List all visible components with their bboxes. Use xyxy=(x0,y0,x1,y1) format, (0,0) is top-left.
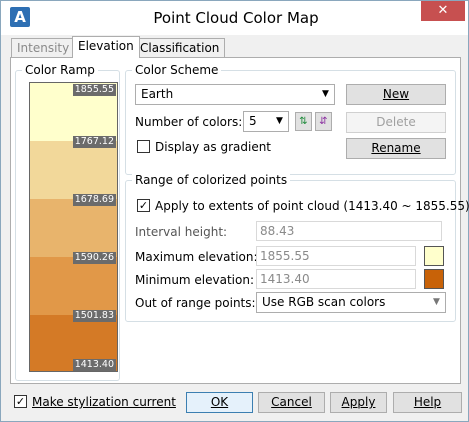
min-color-swatch[interactable] xyxy=(424,269,444,289)
tab-panel: Color Ramp 1855.55 1767.12 1678.69 1590.… xyxy=(10,57,469,384)
out-of-range-select[interactable]: Use RGB scan colors ▼ xyxy=(256,292,446,313)
apply-button-label: Apply xyxy=(341,395,376,409)
ok-button-label: OK xyxy=(210,395,229,409)
scheme-select-value: Earth xyxy=(141,87,174,101)
color-ramp: 1855.55 1767.12 1678.69 1590.26 1501.83 … xyxy=(29,82,118,372)
tab-elevation-label: Elevation xyxy=(78,39,134,53)
scheme-select[interactable]: Earth ▼ xyxy=(135,84,335,105)
max-elevation-field[interactable]: 1855.55 xyxy=(256,246,416,266)
interval-height-field[interactable]: 88.43 xyxy=(256,221,442,241)
apply-extents-checkbox[interactable]: ✓ xyxy=(137,199,150,212)
sort-ascending-icon[interactable]: ⇅ xyxy=(295,112,312,131)
window-title: Point Cloud Color Map xyxy=(153,9,319,27)
new-button[interactable]: New xyxy=(346,84,446,105)
chevron-down-icon: ▼ xyxy=(322,89,329,99)
min-elevation-label: Minimum elevation: xyxy=(135,273,255,287)
delete-button[interactable]: Delete xyxy=(346,112,446,133)
close-button[interactable]: ✕ xyxy=(421,1,465,21)
ramp-label-2: 1767.12 xyxy=(72,136,116,148)
ramp-label-6: 1413.40 xyxy=(72,359,116,371)
number-of-colors-label: Number of colors: xyxy=(135,115,243,129)
max-color-swatch[interactable] xyxy=(424,246,444,266)
make-current-label: Make stylization current xyxy=(32,395,176,409)
ramp-label-3: 1678.69 xyxy=(72,194,116,206)
ramp-band-4 xyxy=(30,257,117,315)
rename-button[interactable]: Rename xyxy=(346,138,446,159)
help-button[interactable]: Help xyxy=(393,392,462,413)
make-current-checkbox[interactable]: ✓ xyxy=(14,395,27,408)
display-gradient-label: Display as gradient xyxy=(155,140,272,154)
tab-elevation[interactable]: Elevation xyxy=(72,36,140,58)
rename-button-label: Rename xyxy=(371,141,421,155)
ramp-label-4: 1590.26 xyxy=(72,252,116,264)
color-ramp-title: Color Ramp xyxy=(22,63,98,77)
number-of-colors-select[interactable]: 5 ▼ xyxy=(243,111,289,132)
apply-button[interactable]: Apply xyxy=(330,392,387,413)
apply-extents-label: Apply to extents of point cloud (1413.40… xyxy=(155,199,469,213)
number-of-colors-value: 5 xyxy=(249,114,257,128)
ramp-band-3 xyxy=(30,199,117,257)
ramp-label-5: 1501.83 xyxy=(72,310,116,322)
ramp-band-2 xyxy=(30,141,117,199)
make-current-text: Make stylization current xyxy=(32,395,176,409)
help-button-label: Help xyxy=(413,395,442,409)
ramp-label-1: 1855.55 xyxy=(72,84,116,96)
ok-button[interactable]: OK xyxy=(186,392,253,413)
max-elevation-label: Maximum elevation: xyxy=(135,250,258,264)
out-of-range-label: Out of range points: xyxy=(135,296,256,310)
interval-height-label: Interval height: xyxy=(135,225,228,239)
min-elevation-field[interactable]: 1413.40 xyxy=(256,269,416,289)
chevron-down-icon: ▼ xyxy=(276,116,283,126)
display-gradient-checkbox[interactable] xyxy=(137,140,150,153)
reverse-colors-icon[interactable]: ⇵ xyxy=(315,112,332,131)
cancel-button[interactable]: Cancel xyxy=(258,392,325,413)
range-title: Range of colorized points xyxy=(132,173,291,187)
chevron-down-icon: ▼ xyxy=(433,297,440,307)
tab-intensity[interactable]: Intensity xyxy=(11,38,76,57)
title-bar: A Point Cloud Color Map ✕ xyxy=(1,1,468,35)
tab-classification[interactable]: Classification xyxy=(134,38,226,57)
out-of-range-value: Use RGB scan colors xyxy=(262,295,386,309)
color-scheme-title: Color Scheme xyxy=(132,63,222,77)
new-button-label: New xyxy=(382,87,410,101)
dialog-window: A Point Cloud Color Map ✕ Intensity Elev… xyxy=(0,0,469,422)
cancel-button-label: Cancel xyxy=(271,395,312,409)
